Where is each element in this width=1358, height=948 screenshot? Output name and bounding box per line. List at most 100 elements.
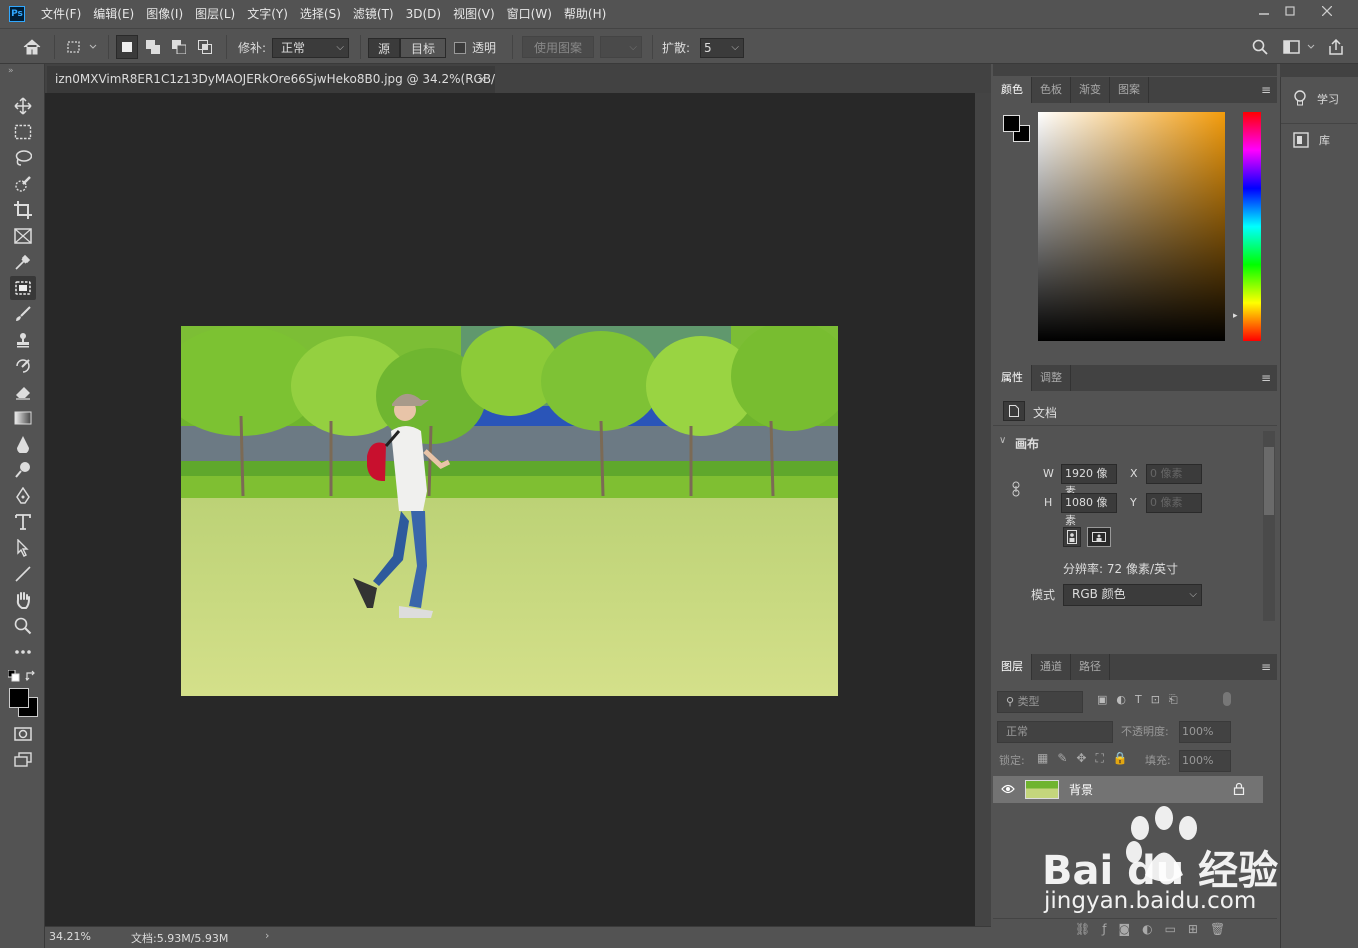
menu-item-8[interactable]: 视图(V) <box>447 0 501 28</box>
tab-color-tabs-1[interactable]: 色板 <box>1032 77 1071 103</box>
tab-prop-tabs-0[interactable]: 属性 <box>993 365 1032 391</box>
layer-action-icons[interactable]: ⛓ƒ◙◐▭⊞🗑 <box>1075 922 1237 936</box>
tab-layer-tabs-1[interactable]: 通道 <box>1032 654 1071 680</box>
layer-filter-select[interactable]: ⚲ 类型 <box>997 691 1083 713</box>
target-button[interactable]: 目标 <box>400 38 446 58</box>
screen-mode-button[interactable] <box>10 748 36 772</box>
portrait-orientation-button[interactable] <box>1063 527 1081 547</box>
menu-item-3[interactable]: 图层(L) <box>189 0 241 28</box>
tab-layer-tabs-0[interactable]: 图层 <box>993 654 1032 680</box>
quick-mask-button[interactable] <box>10 722 36 746</box>
add-selection-button[interactable] <box>142 35 164 59</box>
hue-slider[interactable] <box>1243 112 1261 341</box>
hand-tool[interactable] <box>10 588 36 612</box>
layer-filter-icons[interactable]: ▣◐T⊡⎗ <box>1097 693 1187 707</box>
menu-item-6[interactable]: 滤镜(T) <box>347 0 400 28</box>
document-canvas[interactable] <box>181 326 838 696</box>
home-button[interactable] <box>18 35 46 59</box>
learn-button[interactable]: 学习 <box>1281 83 1357 115</box>
foreground-swatch[interactable] <box>1003 115 1020 132</box>
path-selection-tool[interactable] <box>10 536 36 560</box>
tab-color-tabs-0[interactable]: 颜色 <box>993 77 1032 103</box>
color-field[interactable] <box>1038 112 1225 341</box>
tab-color-tabs-3[interactable]: 图案 <box>1110 77 1149 103</box>
marquee-tool[interactable] <box>10 120 36 144</box>
zoom-level[interactable]: 34.21% <box>49 930 91 943</box>
type-tool[interactable] <box>10 510 36 534</box>
default-colors-icon[interactable] <box>7 669 20 685</box>
restore-button[interactable] <box>1274 2 1306 20</box>
eye-icon[interactable] <box>1001 783 1015 797</box>
collapse-icon[interactable]: » <box>8 66 14 76</box>
width-field[interactable]: 1920 像素 <box>1061 464 1117 498</box>
patch-tool[interactable] <box>10 276 36 300</box>
subtract-selection-button[interactable] <box>168 35 190 59</box>
close-button[interactable] <box>1310 2 1344 20</box>
filter-toggle[interactable] <box>1223 692 1231 706</box>
brush-tool[interactable] <box>10 302 36 326</box>
menu-item-2[interactable]: 图像(I) <box>140 0 189 28</box>
zoom-tool[interactable] <box>10 614 36 638</box>
patch-mode-select[interactable]: 正常 ⌵ <box>272 38 349 58</box>
blend-mode-select[interactable]: 正常 <box>997 721 1113 743</box>
more-tools-button[interactable] <box>10 640 36 664</box>
transparent-checkbox[interactable] <box>454 42 466 54</box>
height-field[interactable]: 1080 像素 <box>1061 493 1117 527</box>
mode-select[interactable]: RGB 颜色 ⌵ <box>1063 584 1202 606</box>
pen-tool[interactable] <box>10 484 36 508</box>
panel-menu-icon[interactable]: ≡ <box>1261 83 1271 97</box>
dodge-tool[interactable] <box>10 458 36 482</box>
hue-slider-handle[interactable]: ▸ <box>1233 311 1238 321</box>
properties-scrollbar[interactable] <box>1263 431 1275 621</box>
tab-prop-tabs-1[interactable]: 调整 <box>1032 365 1071 391</box>
tab-layer-tabs-2[interactable]: 路径 <box>1071 654 1110 680</box>
frame-tool[interactable] <box>10 224 36 248</box>
eyedropper-tool[interactable] <box>10 250 36 274</box>
opacity-field[interactable]: 100% <box>1179 721 1231 743</box>
line-tool[interactable] <box>10 562 36 586</box>
menu-item-7[interactable]: 3D(D) <box>400 0 447 28</box>
pattern-picker[interactable]: ⌵ <box>600 36 642 58</box>
fill-field[interactable]: 100% <box>1179 750 1231 772</box>
panel-menu-icon[interactable]: ≡ <box>1261 371 1271 385</box>
close-tab-icon[interactable]: × <box>477 66 487 93</box>
y-field[interactable]: 0 像素 <box>1146 493 1202 513</box>
diffuse-select[interactable]: 5 ⌵ <box>700 38 744 58</box>
lasso-tool[interactable] <box>10 146 36 170</box>
swap-colors-icon[interactable] <box>25 670 37 685</box>
blur-tool[interactable] <box>10 432 36 456</box>
layer-row[interactable]: 背景 <box>993 776 1263 803</box>
new-selection-button[interactable] <box>116 35 138 59</box>
gradient-tool[interactable] <box>10 406 36 430</box>
chevron-down-icon[interactable]: ∨ <box>999 435 1006 446</box>
tab-color-tabs-2[interactable]: 渐变 <box>1071 77 1110 103</box>
menu-item-10[interactable]: 帮助(H) <box>558 0 612 28</box>
menu-item-4[interactable]: 文字(Y) <box>241 0 294 28</box>
eraser-tool[interactable] <box>10 380 36 404</box>
chevron-right-icon[interactable]: › <box>265 929 269 942</box>
stamp-tool[interactable] <box>10 328 36 352</box>
history-brush-tool[interactable] <box>10 354 36 378</box>
quick-selection-tool[interactable] <box>10 172 36 196</box>
source-button[interactable]: 源 <box>368 38 400 58</box>
tool-preset-picker[interactable] <box>62 35 102 59</box>
link-icon[interactable] <box>1011 481 1021 500</box>
x-field[interactable]: 0 像素 <box>1146 464 1202 484</box>
workspace-switcher[interactable] <box>1280 35 1320 59</box>
document-tab[interactable]: izn0MXVimR8ER1C1z13DyMAOJERkOre66SjwHeko… <box>47 66 495 93</box>
use-pattern-button[interactable]: 使用图案 <box>522 36 594 58</box>
menu-item-0[interactable]: 文件(F) <box>35 0 87 28</box>
crop-tool[interactable] <box>10 198 36 222</box>
lock-icons[interactable]: ▦✎✥⛶🔒 <box>1037 751 1137 766</box>
menu-item-9[interactable]: 窗口(W) <box>501 0 558 28</box>
search-button[interactable] <box>1248 35 1272 59</box>
panel-menu-icon[interactable]: ≡ <box>1261 660 1271 674</box>
landscape-orientation-button[interactable] <box>1087 527 1111 547</box>
foreground-color-swatch[interactable] <box>9 688 29 708</box>
move-tool[interactable] <box>10 94 36 118</box>
intersect-selection-button[interactable] <box>194 35 216 59</box>
canvas-scrollbar[interactable] <box>975 93 991 926</box>
menu-item-5[interactable]: 选择(S) <box>294 0 347 28</box>
menu-item-1[interactable]: 编辑(E) <box>87 0 140 28</box>
share-button[interactable] <box>1324 35 1348 59</box>
